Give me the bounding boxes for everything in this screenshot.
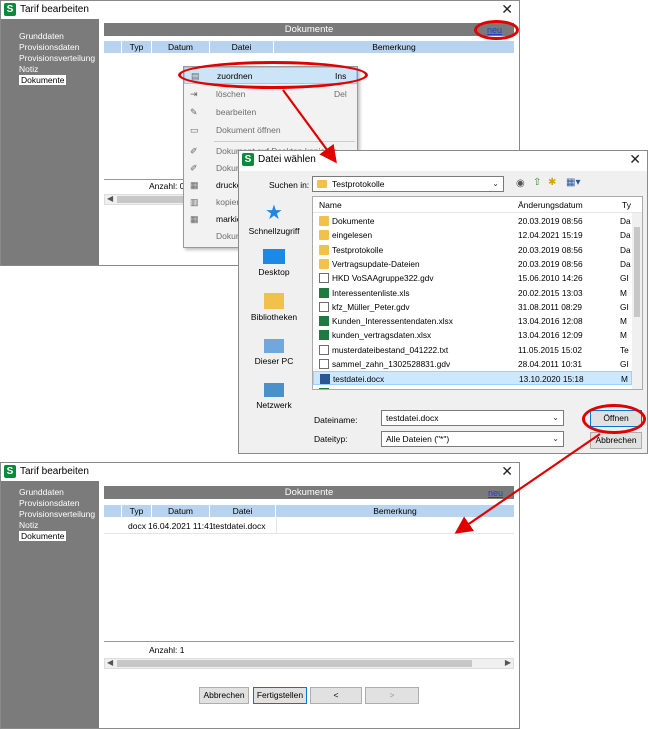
annotation-arrows <box>282 89 601 534</box>
annotation-arrow-1 <box>282 89 337 164</box>
annotation-arrow-2 <box>454 433 601 534</box>
